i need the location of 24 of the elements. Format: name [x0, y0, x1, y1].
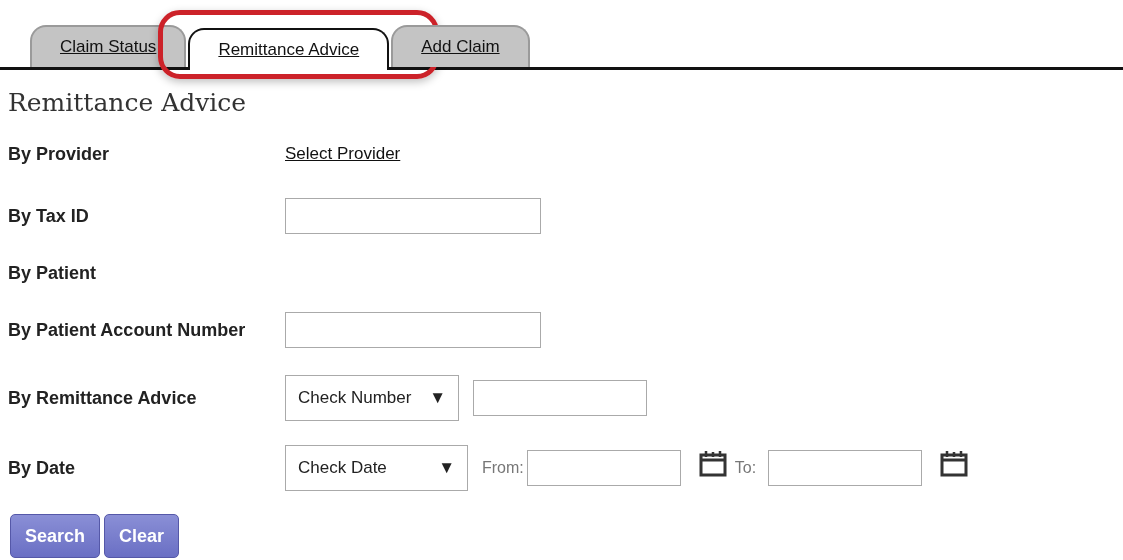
clear-button[interactable]: Clear [104, 514, 180, 558]
tab[interactable]: Remittance Advice [188, 28, 390, 70]
select-provider-link[interactable]: Select Provider [285, 144, 401, 164]
field-label: By Patient [8, 262, 98, 284]
tab[interactable]: Claim Status [30, 25, 187, 67]
date-field[interactable] [768, 450, 923, 486]
tab[interactable]: Add Claim [391, 25, 530, 67]
calendar-icon[interactable] [940, 449, 969, 477]
field-label: By Provider [8, 143, 111, 165]
field-label: By Remittance Advice [8, 387, 198, 409]
field-label: By Patient Account Number [8, 319, 247, 341]
dropdown[interactable]: Check Number ▼ [285, 375, 459, 421]
field-label: By Tax ID [8, 205, 90, 227]
calendar-icon[interactable] [698, 449, 727, 477]
input-field[interactable] [285, 312, 541, 348]
dropdown[interactable]: Check Date ▼ [285, 445, 468, 491]
to-label: To: [734, 459, 757, 477]
field-label: By Date [8, 457, 77, 479]
input-field[interactable] [285, 198, 541, 234]
date-field[interactable] [526, 450, 681, 486]
input-field[interactable] [473, 380, 647, 416]
search-button[interactable]: Search [10, 514, 101, 558]
page-heading: Remittance Advice [8, 88, 248, 117]
from-label: From: [482, 459, 524, 477]
